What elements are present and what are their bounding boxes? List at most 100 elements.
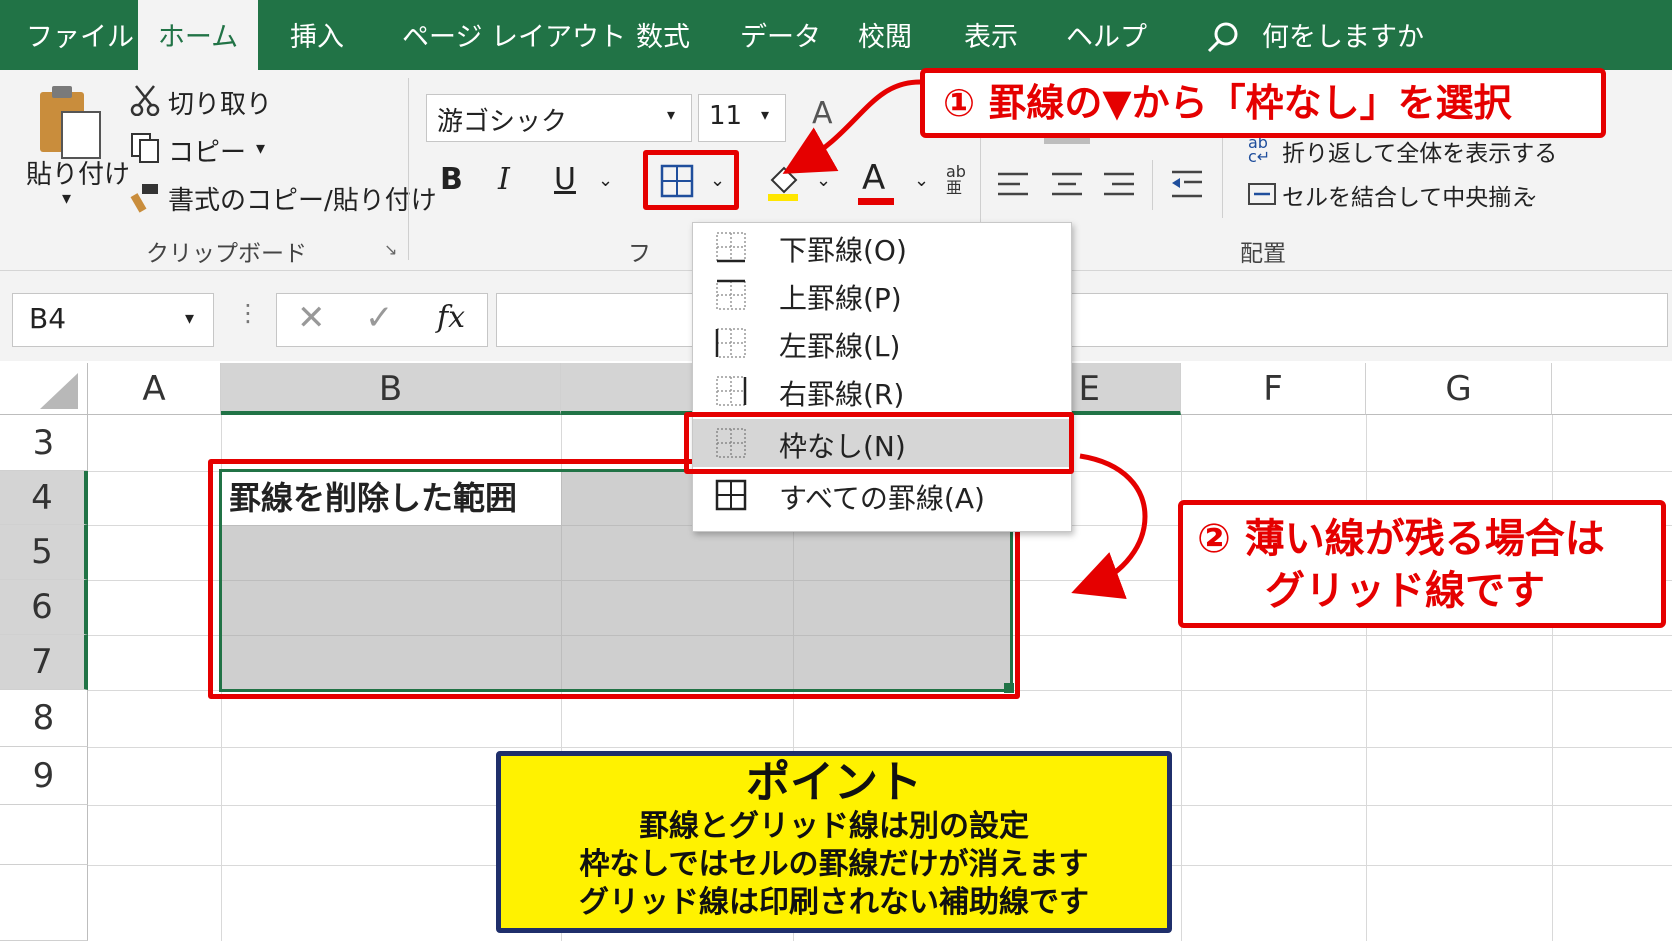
row-header-9[interactable]: 9 — [0, 747, 88, 805]
search-icon[interactable] — [1206, 20, 1240, 54]
copy-button[interactable]: コピー — [168, 132, 246, 169]
fill-color-icon[interactable] — [764, 162, 804, 202]
callout-step-2: ② 薄い線が残る場合は グリッド線です — [1178, 500, 1666, 628]
merge-center-icon — [1248, 183, 1276, 205]
right-border-icon — [716, 376, 747, 406]
enter-icon[interactable]: ✓ — [365, 298, 394, 338]
alignment-group-label: 配置 — [1240, 241, 1286, 267]
formula-buttons: ✕ ✓ fx — [276, 293, 488, 347]
bold-button[interactable]: B — [440, 162, 463, 197]
cut-button[interactable]: 切り取り — [168, 84, 272, 121]
row-header-10[interactable] — [0, 805, 88, 865]
left-border-icon — [715, 328, 746, 358]
underline-button[interactable]: U — [554, 162, 576, 197]
menu-item-label: 左罫線(L) — [779, 330, 901, 363]
borders-highlight-frame — [643, 150, 739, 210]
callout-step-2-line2: グリッド線です — [1265, 568, 1545, 614]
row-header-3[interactable]: 3 — [0, 415, 88, 471]
menu-item-label: すべての罫線(A) — [779, 482, 985, 515]
decrease-indent-icon[interactable] — [1168, 168, 1204, 202]
column-e-label: E — [1078, 369, 1100, 409]
column-header-a[interactable]: A — [88, 363, 221, 415]
wrap-text-button[interactable]: 折り返して全体を表示する — [1282, 134, 1557, 168]
group-separator — [408, 78, 409, 260]
format-painter-icon — [130, 184, 158, 213]
ribbon-tab-bar: ファイル ホーム 挿入 ページ レイアウト 数式 データ 校閲 表示 ヘルプ 何… — [0, 0, 1672, 70]
underline-dropdown-icon[interactable]: ⌄ — [598, 170, 613, 191]
wrap-text-icon: ab c↵ — [1248, 133, 1271, 166]
all-borders-icon — [715, 479, 747, 511]
no-border-highlight-frame — [684, 412, 1074, 474]
callout-step-2-line1: ② 薄い線が残る場合は — [1197, 516, 1605, 562]
tab-formulas[interactable]: 数式 — [636, 0, 690, 70]
cancel-icon[interactable]: ✕ — [297, 298, 326, 338]
gridline — [1366, 415, 1367, 941]
menu-item-right-border[interactable]: 右罫線(R) — [693, 367, 1071, 415]
row-header-5[interactable]: 5 — [0, 525, 88, 580]
point-line-3: グリッド線は印刷されない補助線です — [579, 885, 1089, 920]
font-color-bar — [858, 198, 894, 205]
menu-item-label: 下罫線(O) — [779, 234, 907, 267]
row-header-7[interactable]: 7 — [0, 635, 88, 690]
menu-item-label: 上罫線(P) — [779, 282, 902, 315]
gridline — [1552, 415, 1553, 941]
paste-dropdown-icon[interactable]: ▾ — [62, 188, 71, 209]
chevron-down-icon[interactable]: ▾ — [185, 308, 194, 329]
gridline — [1181, 415, 1182, 941]
grow-font-icon[interactable]: A — [812, 96, 833, 131]
menu-item-left-border[interactable]: 左罫線(L) — [693, 319, 1071, 367]
borders-dropdown-menu: 下罫線(O) 上罫線(P) 左罫線(L) 右罫線(R) 枠なし(N) すべての罫… — [692, 222, 1072, 532]
font-size-value: 11 — [709, 101, 743, 131]
tab-home[interactable]: ホーム — [138, 0, 258, 70]
menu-item-label: 右罫線(R) — [779, 378, 905, 411]
tab-page-layout[interactable]: ページ レイアウト — [402, 0, 626, 70]
font-color-icon[interactable]: A — [862, 158, 885, 198]
font-name-box[interactable]: 游ゴシック ▾ — [426, 94, 692, 142]
column-header-h[interactable] — [1552, 363, 1672, 415]
clipboard-group-label: クリップボード — [146, 241, 307, 267]
column-header-g[interactable]: G — [1366, 363, 1552, 415]
merge-dropdown-icon[interactable]: ⌄ — [1524, 184, 1539, 205]
menu-item-bottom-border[interactable]: 下罫線(O) — [693, 223, 1071, 271]
font-name-value: 游ゴシック — [437, 107, 568, 137]
row-header-4[interactable]: 4 — [0, 471, 88, 525]
row-header-8[interactable]: 8 — [0, 690, 88, 747]
tab-view[interactable]: 表示 — [964, 0, 1018, 70]
more-options-icon[interactable]: ⋮ — [236, 299, 260, 327]
select-all-corner[interactable] — [0, 363, 88, 415]
chevron-down-icon[interactable]: ▾ — [667, 105, 675, 124]
row-header-6[interactable]: 6 — [0, 580, 88, 635]
name-box[interactable]: B4 ▾ — [12, 293, 214, 347]
row-header-11[interactable] — [0, 865, 88, 941]
font-group-label: フ — [628, 241, 651, 267]
tab-file[interactable]: ファイル — [26, 0, 134, 70]
fill-dropdown-icon[interactable]: ⌄ — [816, 170, 831, 191]
group-separator — [1152, 160, 1153, 210]
tab-help[interactable]: ヘルプ — [1066, 0, 1147, 70]
tab-data[interactable]: データ — [740, 0, 821, 70]
gridline — [88, 747, 1672, 748]
merge-center-button[interactable]: セルを結合して中央揃え — [1282, 178, 1534, 212]
menu-item-all-borders[interactable]: すべての罫線(A) — [693, 471, 1071, 519]
point-line-2: 枠なしではセルの罫線だけが消えます — [579, 847, 1089, 882]
search-tell-me[interactable]: 何をしますか — [1262, 0, 1424, 70]
font-size-box[interactable]: 11 ▾ — [698, 94, 786, 142]
tab-insert[interactable]: 挿入 — [290, 0, 344, 70]
column-header-f[interactable]: F — [1181, 363, 1366, 415]
callout-step-1: ① 罫線の▼から「枠なし」を選択 — [920, 68, 1606, 138]
menu-item-top-border[interactable]: 上罫線(P) — [693, 271, 1071, 319]
phonetic-icon[interactable]: ab 亜 — [946, 164, 966, 196]
column-header-b[interactable]: B — [221, 363, 561, 415]
format-painter-button[interactable]: 書式のコピー/貼り付け — [168, 180, 437, 217]
insert-function-button[interactable]: fx — [437, 300, 465, 335]
formula-input[interactable] — [496, 293, 1668, 347]
tab-review[interactable]: 校閲 — [858, 0, 912, 70]
top-border-icon — [716, 279, 746, 310]
clipboard-launcher-icon[interactable]: ↘ — [384, 240, 397, 259]
paste-icon[interactable] — [36, 82, 106, 162]
italic-button[interactable]: I — [498, 162, 510, 197]
font-color-dropdown-icon[interactable]: ⌄ — [914, 170, 929, 191]
chevron-down-icon[interactable]: ▾ — [761, 105, 769, 124]
paste-button[interactable]: 貼り付け — [26, 154, 130, 191]
copy-dropdown-icon[interactable]: ▾ — [256, 138, 265, 159]
